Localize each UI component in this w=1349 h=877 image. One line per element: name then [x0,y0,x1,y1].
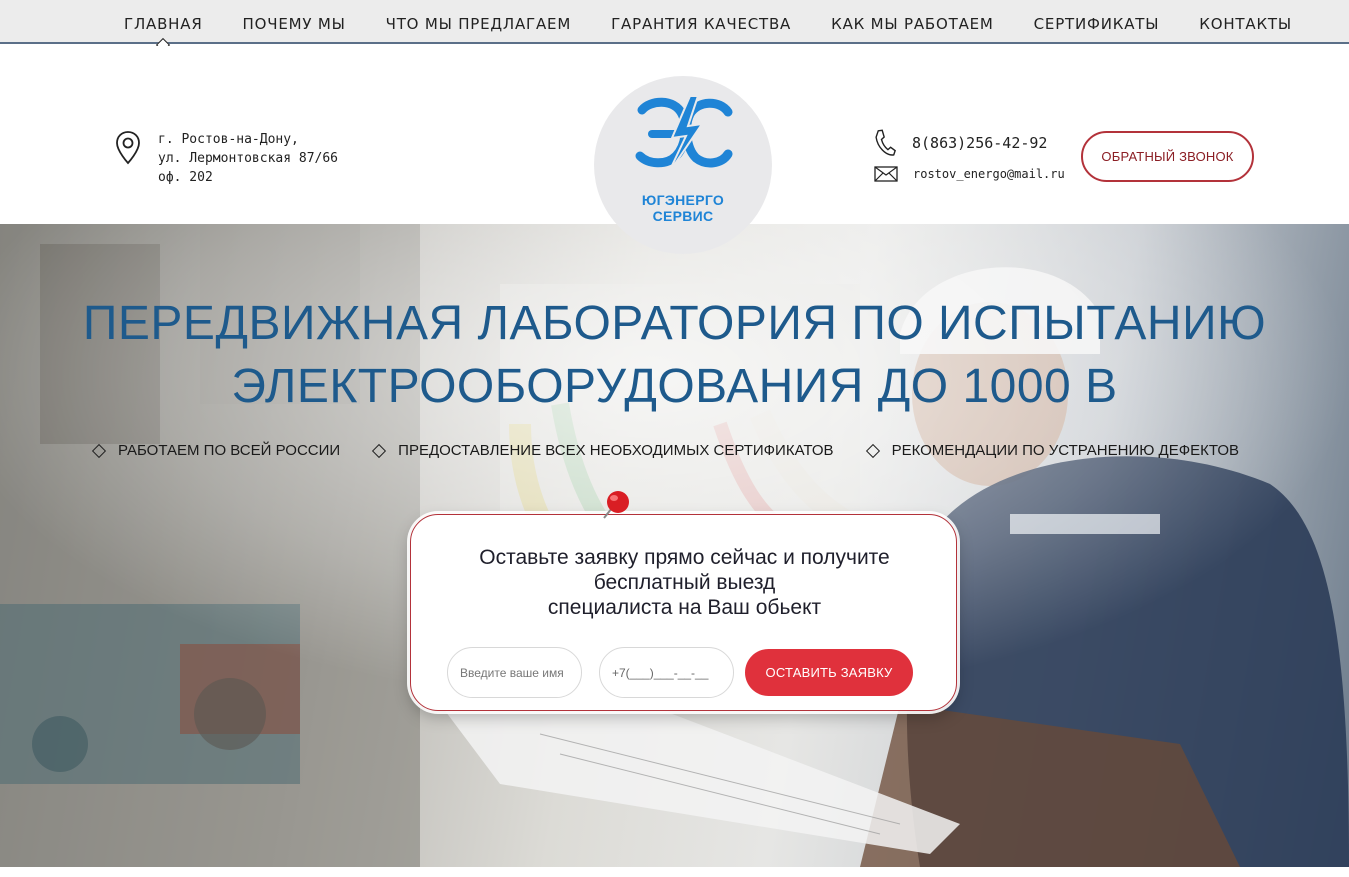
contacts-block: 8(863)256-42-92 rostov_energo@mail.ru [874,128,1065,182]
feature-item: РЕКОМЕНДАЦИИ ПО УСТРАНЕНИЮ ДЕФЕКТОВ [865,442,1240,459]
logo-text-line1: ЮГЭНЕРГО [641,192,725,208]
envelope-icon [874,166,898,182]
form-heading-line1: Оставьте заявку прямо сейчас и получите [479,546,890,569]
nav-item-home[interactable]: ГЛАВНАЯ [104,0,223,53]
email-row[interactable]: rostov_energo@mail.ru [874,166,1065,182]
name-input[interactable] [447,647,582,698]
phone-icon [875,129,896,156]
nav-item-guarantee[interactable]: ГАРАНТИЯ КАЧЕСТВА [591,0,811,44]
diamond-bullet-icon [372,443,387,458]
feature-item: ПРЕДОСТАВЛЕНИЕ ВСЕХ НЕОБХОДИМЫХ СЕРТИФИК… [372,442,834,459]
phone-input[interactable] [599,647,734,698]
nav-item-certificates[interactable]: СЕРТИФИКАТЫ [1014,0,1180,44]
hero-title-line1: ПЕРЕДВИЖНАЯ ЛАБОРАТОРИЯ ПО ИСПЫТАНИЮ [82,297,1267,350]
form-heading-line2: бесплатный выезд [593,571,776,594]
hero-section: ПЕРЕДВИЖНАЯ ЛАБОРАТОРИЯ ПО ИСПЫТАНИЮ ЭЛЕ… [0,224,1349,867]
nav-item-label: ГАРАНТИЯ КАЧЕСТВА [611,15,792,33]
diamond-bullet-icon [91,443,107,458]
submit-request-button[interactable]: ОСТАВИТЬ ЗАЯВКУ [745,649,913,696]
nav-list: ГЛАВНАЯ ПОЧЕМУ МЫ ЧТО МЫ ПРЕДЛАГАЕМ ГАРА… [104,0,1312,53]
phone-number[interactable]: 8(863)256-42-92 [912,134,1047,152]
diamond-bullet-icon [865,443,880,458]
request-form-card: Оставьте заявку прямо сейчас и получите … [410,514,957,711]
feature-text: РАБОТАЕМ ПО ВСЕЙ РОССИИ [118,442,341,459]
email-address[interactable]: rostov_energo@mail.ru [913,167,1065,181]
nav-item-label: ПОЧЕМУ МЫ [242,15,346,33]
nav-item-label: КОНТАКТЫ [1199,15,1292,33]
address-line: г. Ростов-на-Дону, [158,132,299,147]
hero-title-line2: ЭЛЕКТРООБОРУДОВАНИЯ ДО 1000 В [231,360,1118,413]
nav-item-why-us[interactable]: ПОЧЕМУ МЫ [223,0,366,44]
logo-text-line2: СЕРВИС [652,208,714,224]
top-navigation: ГЛАВНАЯ ПОЧЕМУ МЫ ЧТО МЫ ПРЕДЛАГАЕМ ГАРА… [0,0,1349,53]
address-line: оф. 202 [158,170,213,185]
callback-button[interactable]: ОБРАТНЫЙ ЗВОНОК [1081,131,1254,182]
nav-item-label: СЕРТИФИКАТЫ [1033,15,1160,33]
location-pin-icon [116,131,140,165]
nav-item-label: ГЛАВНАЯ [124,15,203,33]
feature-text: РЕКОМЕНДАЦИИ ПО УСТРАНЕНИЮ ДЕФЕКТОВ [891,442,1240,459]
phone-row[interactable]: 8(863)256-42-92 [874,128,1065,158]
pushpin-icon [603,491,629,519]
address-line: ул. Лермонтовская 87/66 [158,151,339,166]
nav-item-how-we-work[interactable]: КАК МЫ РАБОТАЕМ [811,0,1014,44]
nav-item-label: КАК МЫ РАБОТАЕМ [831,15,994,33]
feature-item: РАБОТАЕМ ПО ВСЕЙ РОССИИ [91,442,341,459]
nav-item-offer[interactable]: ЧТО МЫ ПРЕДЛАГАЕМ [366,0,591,44]
form-heading-line3: специалиста на Ваш обьект [547,596,822,619]
company-logo[interactable]: ЮГЭНЕРГО СЕРВИС [594,76,772,254]
address-block: г. Ростов-на-Дону, ул. Лермонтовская 87/… [114,130,338,187]
feature-text: ПРЕДОСТАВЛЕНИЕ ВСЕХ НЕОБХОДИМЫХ СЕРТИФИК… [398,442,834,459]
form-heading: Оставьте заявку прямо сейчас и получите … [411,545,958,620]
lightning-logo-icon [635,95,733,174]
hero-title: ПЕРЕДВИЖНАЯ ЛАБОРАТОРИЯ ПО ИСПЫТАНИЮ ЭЛЕ… [0,292,1349,418]
nav-item-contacts[interactable]: КОНТАКТЫ [1179,0,1312,44]
nav-item-label: ЧТО МЫ ПРЕДЛАГАЕМ [385,15,572,33]
address-text: г. Ростов-на-Дону, ул. Лермонтовская 87/… [158,130,338,187]
features-list: РАБОТАЕМ ПО ВСЕЙ РОССИИ ПРЕДОСТАВЛЕНИЕ В… [91,442,1273,459]
